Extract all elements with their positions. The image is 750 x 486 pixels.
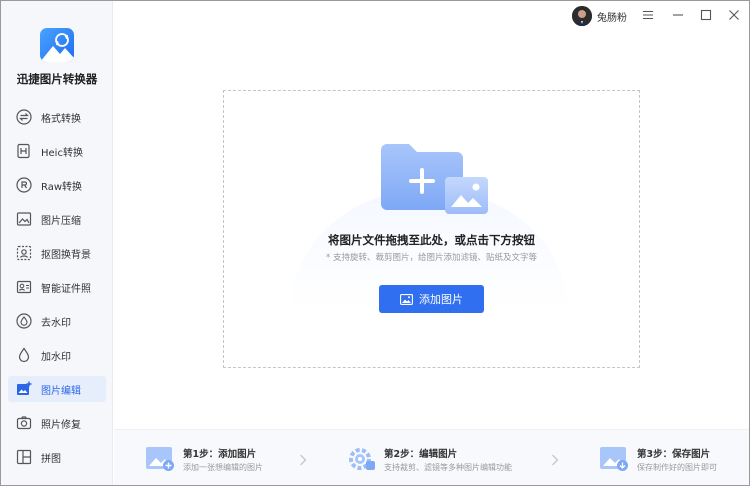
- step-2: 第2步：编辑图片 支持裁剪、滤镜等多种图片编辑功能: [347, 444, 557, 476]
- step-description: 支持裁剪、滤镜等多种图片编辑功能: [384, 463, 512, 472]
- drop-zone-title: 将图片文件拖拽至此处，或点击下方按钮: [328, 233, 535, 247]
- add-image-step-icon: [146, 446, 174, 472]
- sidebar-nav: 格式转换 Heic转换 Raw转换 图片压缩 抠图换背景 智能证件照 去水印 加…: [8, 104, 106, 478]
- sidebar-item-label: 智能证件照: [41, 283, 91, 295]
- hamburger-menu-icon[interactable]: [639, 6, 657, 24]
- title-bar: 兔肠粉: [114, 1, 749, 29]
- user-avatar[interactable]: [572, 6, 592, 26]
- app-title: 迅捷图片转换器: [16, 72, 98, 86]
- step-1: 第1步：添加图片 添加一张想编辑的图片: [146, 444, 306, 476]
- close-icon[interactable]: [725, 6, 743, 24]
- sidebar-item-label: 照片修复: [41, 419, 81, 431]
- minimize-icon[interactable]: [669, 6, 687, 24]
- step-3: 第3步：保存图片 保存制作好的图片即可: [600, 444, 745, 476]
- sidebar-item-label: 加水印: [41, 351, 71, 363]
- sidebar-item-label: 图片编辑: [41, 385, 81, 397]
- sidebar-item-label: 图片压缩: [41, 215, 81, 227]
- add-image-button[interactable]: 添加图片: [379, 285, 484, 313]
- sidebar-item-add-watermark[interactable]: 加水印: [8, 342, 106, 368]
- step-description: 添加一张想编辑的图片: [183, 463, 263, 472]
- save-image-step-icon: [600, 446, 628, 472]
- step-title: 第3步：保存图片: [637, 449, 711, 460]
- sidebar-item-image-edit[interactable]: 图片编辑: [8, 376, 106, 402]
- sidebar-item-label: Raw转换: [41, 181, 83, 193]
- add-image-button-label: 添加图片: [419, 293, 463, 306]
- sidebar-item-label: 格式转换: [41, 113, 81, 125]
- sidebar-item-format-convert[interactable]: 格式转换: [8, 104, 106, 130]
- sidebar-item-id-photo[interactable]: 智能证件照: [8, 274, 106, 300]
- drop-zone-subtitle: * 支持旋转、裁剪图片，给图片添加滤镜、贴纸及文字等: [326, 253, 537, 263]
- chevron-right-icon: [550, 452, 560, 466]
- gear-edit-step-icon: [347, 446, 375, 472]
- chevron-right-icon: [298, 452, 308, 466]
- app-window: 迅捷图片转换器 格式转换 Heic转换 Raw转换 图片压缩 抠图换背景 智能证…: [0, 0, 750, 486]
- image-edit-icon: [16, 381, 32, 397]
- sidebar-item-compress[interactable]: 图片压缩: [8, 206, 106, 232]
- photo-repair-icon: [16, 415, 32, 431]
- folder-add-image-icon: [379, 142, 491, 218]
- sidebar-item-collage[interactable]: 拼图: [8, 444, 106, 470]
- sidebar: 迅捷图片转换器 格式转换 Heic转换 Raw转换 图片压缩 抠图换背景 智能证…: [1, 1, 113, 485]
- username[interactable]: 兔肠粉: [597, 9, 627, 24]
- id-photo-icon: [16, 279, 32, 295]
- maximize-icon[interactable]: [697, 6, 715, 24]
- collage-icon: [16, 449, 32, 465]
- sidebar-item-remove-watermark[interactable]: 去水印: [8, 308, 106, 334]
- sidebar-item-cutout[interactable]: 抠图换背景: [8, 240, 106, 266]
- step-description: 保存制作好的图片即可: [637, 463, 717, 472]
- cutout-icon: [16, 245, 32, 261]
- sidebar-item-label: 抠图换背景: [41, 249, 91, 261]
- remove-watermark-icon: [16, 313, 32, 329]
- app-logo-icon: [40, 28, 74, 62]
- sidebar-item-heic[interactable]: Heic转换: [8, 138, 106, 164]
- add-watermark-icon: [16, 347, 32, 363]
- step-title: 第2步：编辑图片: [384, 449, 458, 460]
- steps-bar: 第1步：添加图片 添加一张想编辑的图片 第2步：编辑图片 支持裁剪、滤镜等多种图…: [114, 429, 749, 485]
- image-icon: [400, 293, 413, 305]
- sidebar-item-label: Heic转换: [41, 147, 83, 159]
- compress-icon: [16, 211, 32, 227]
- sidebar-item-raw[interactable]: Raw转换: [8, 172, 106, 198]
- step-title: 第1步：添加图片: [183, 449, 257, 460]
- sidebar-item-photo-repair[interactable]: 照片修复: [8, 410, 106, 436]
- format-convert-icon: [16, 109, 32, 125]
- heic-icon: [16, 143, 32, 159]
- sidebar-item-label: 拼图: [41, 453, 61, 465]
- raw-icon: [16, 177, 32, 193]
- sidebar-item-label: 去水印: [41, 317, 71, 329]
